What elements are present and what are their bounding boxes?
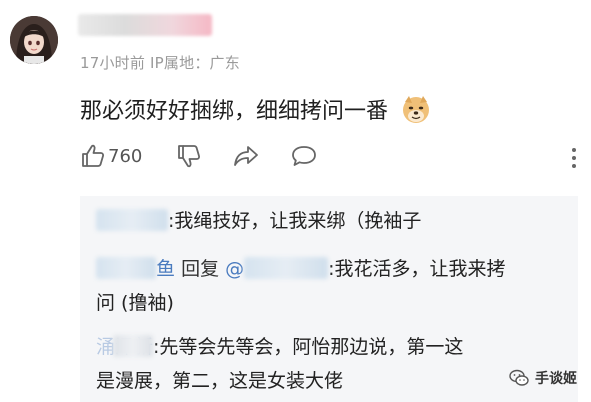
reply-text: :我绳技好，让我来绑（挽袖子 [168, 210, 422, 232]
wechat-icon [509, 369, 529, 386]
like-count: 760 [108, 145, 143, 167]
replies-box: :我绳技好，让我来绑（挽袖子 鱼 回复 @ :我花活多，让我来拷 问 (撸袖) 涌… [80, 196, 578, 402]
reply-username-blurred[interactable] [96, 209, 168, 231]
comment-bubble-icon [292, 146, 316, 166]
reply-username-blurred [113, 335, 154, 357]
reply-username-tail[interactable]: 鱼 [156, 258, 175, 280]
like-button[interactable]: 760 [80, 143, 142, 169]
doge-emoji [401, 94, 431, 130]
comment-body: 那必须好好捆绑，细细拷问一番 [80, 99, 389, 124]
more-button[interactable] [570, 147, 578, 169]
thumb-down-icon [178, 145, 201, 168]
reply-username-blurred[interactable] [96, 257, 156, 279]
watermark-text: 手谈姬 [535, 371, 577, 387]
share-button[interactable] [232, 143, 260, 169]
comment-meta: 17小时前 IP属地：广东 [80, 54, 240, 72]
comment-actions: 760 [80, 143, 580, 173]
reply-text: :先等会先等会，阿怡那边说，第一这 [153, 336, 464, 358]
reply-button[interactable] [290, 143, 318, 169]
dislike-button[interactable] [176, 143, 202, 169]
username-blurred[interactable] [78, 14, 212, 36]
reply-item[interactable]: 涌泽新:先等会先等会，阿怡那边说，第一这 [96, 330, 463, 364]
mention-username-blurred[interactable] [244, 257, 329, 279]
reply-text-continued: 问 (撸袖) [96, 292, 174, 314]
reply-item[interactable]: 鱼 回复 @ :我花活多，让我来拷 [96, 252, 506, 286]
comment-text: 那必须好好捆绑，细细拷问一番 [80, 93, 431, 130]
more-vertical-icon [572, 148, 576, 168]
watermark: 手谈姬 [509, 368, 577, 388]
share-icon [234, 146, 258, 166]
reply-text: :我花活多，让我来拷 [328, 258, 506, 280]
reply-text-continued: 是漫展，第二，这是女装大佬 [96, 370, 344, 392]
reply-label: 回复 [181, 258, 220, 280]
mention-at[interactable]: @ [225, 258, 244, 280]
reply-item[interactable]: :我绳技好，让我来绑（挽袖子 [96, 204, 421, 238]
thumb-up-icon [82, 144, 105, 167]
avatar[interactable] [10, 16, 58, 64]
